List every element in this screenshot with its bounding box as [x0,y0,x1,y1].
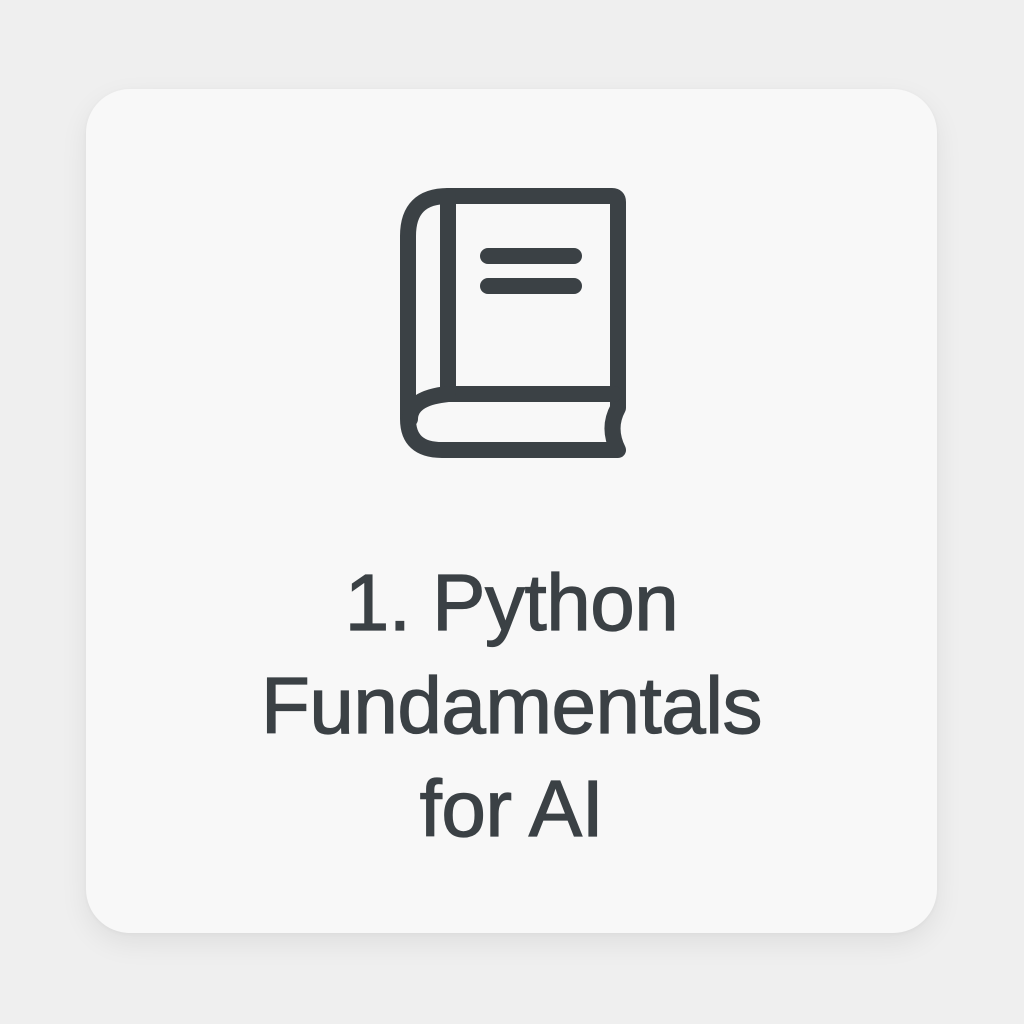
card-title-line: Fundamentals [260,660,763,750]
card-title: 1. Python Fundamentals for AI [86,551,937,860]
page-background: 1. Python Fundamentals for AI [0,0,1024,1024]
book-icon [400,188,630,460]
card-title-line: 1. Python [344,557,679,647]
course-card[interactable]: 1. Python Fundamentals for AI [86,89,937,933]
card-title-line: for AI [419,763,604,853]
